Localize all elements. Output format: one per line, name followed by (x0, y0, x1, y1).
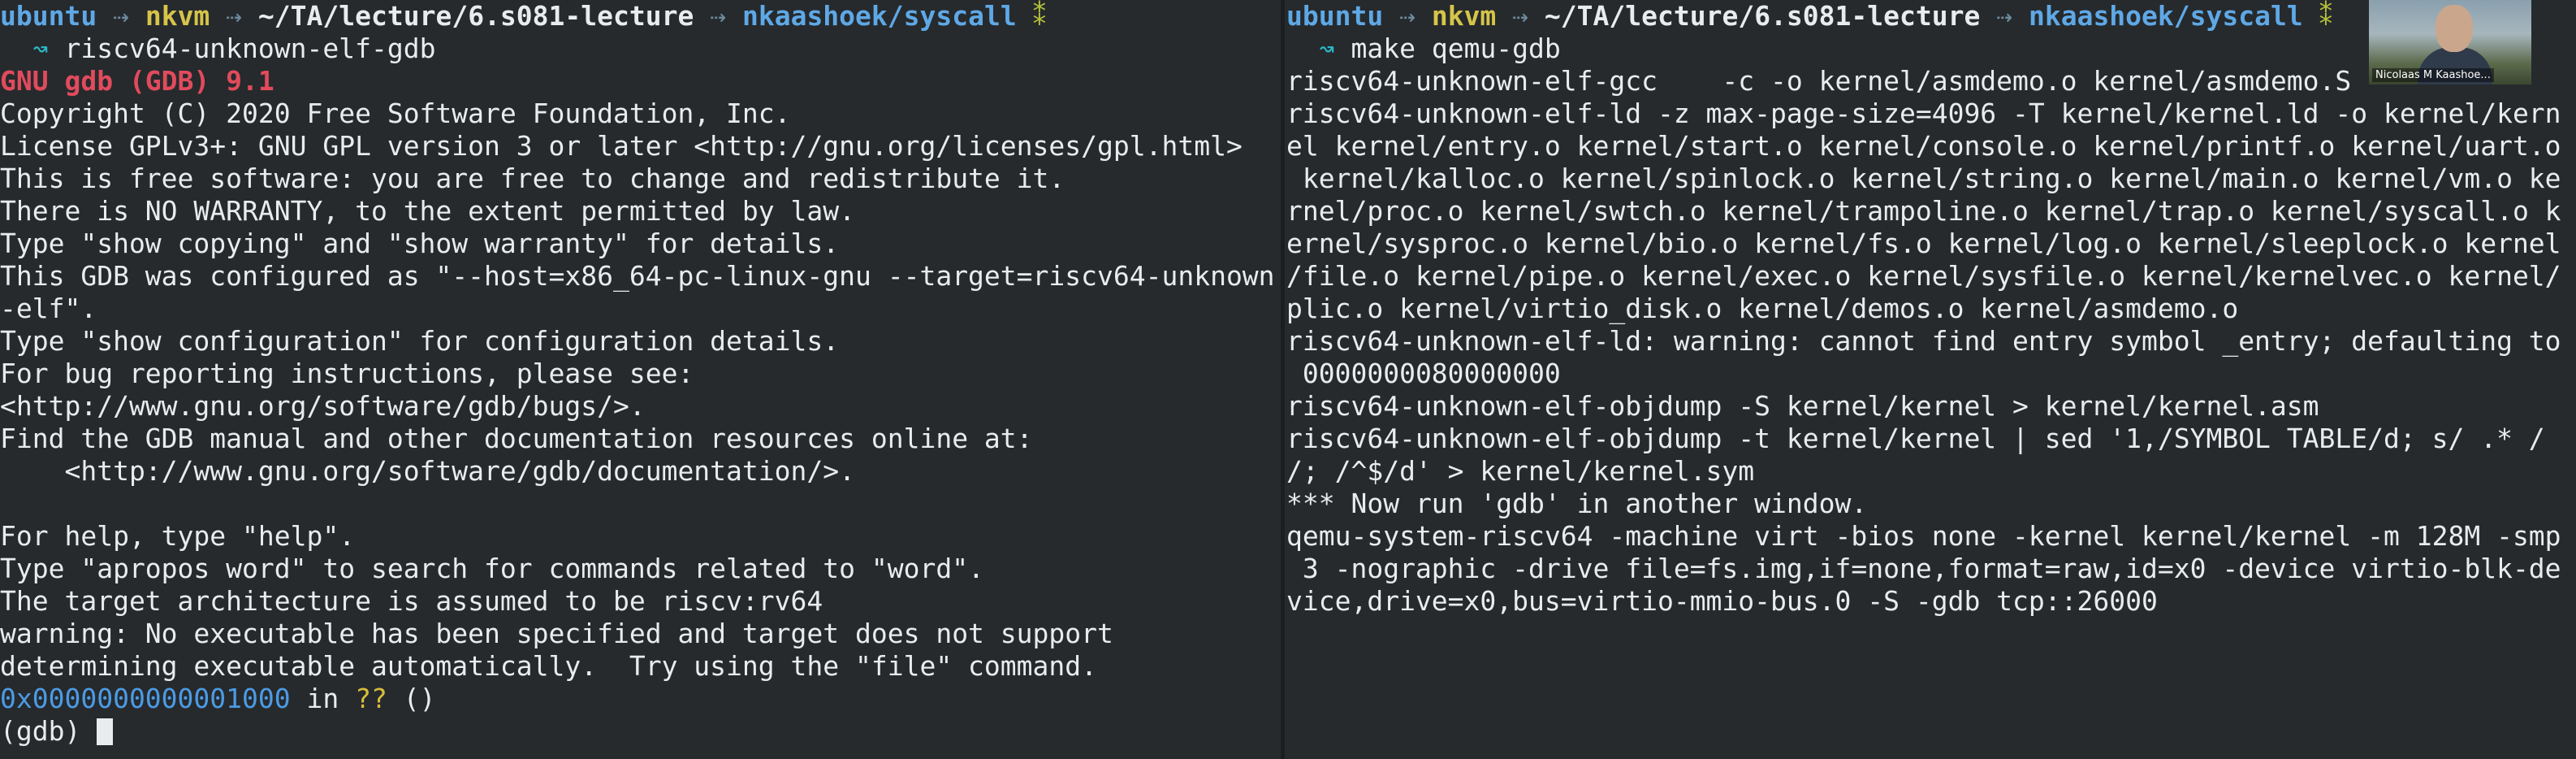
gdb-output: Copyright (C) 2020 Free Software Foundat… (0, 98, 1280, 683)
prompt-git-branch: nkaashoek/syscall (741, 0, 1017, 32)
output-line: riscv64-unknown-elf-ld: warning: cannot … (1286, 325, 2561, 357)
output-line: For help, type "help". (0, 520, 356, 552)
output-line: determining executable automatically. Tr… (0, 650, 1098, 682)
command-line: ↝ riscv64-unknown-elf-gdb (0, 33, 1280, 65)
prompt-line: ubuntu ⇢ nkvm ⇢ ~/TA/lecture/6.s081-lect… (0, 0, 1280, 33)
output-line: This is free software: you are free to c… (0, 163, 1065, 194)
output-line: There is NO WARRANTY, to the extent perm… (0, 195, 855, 227)
output-line: License GPLv3+: GNU GPL version 3 or lat… (0, 130, 1243, 162)
output-line: el kernel/entry.o kernel/start.o kernel/… (1286, 130, 2561, 162)
pc-address: 0x0000000000001000 (0, 683, 291, 714)
output-line: warning: No executable has been specifie… (0, 618, 1113, 649)
output-line: Type "show copying" and "show warranty" … (0, 228, 840, 259)
git-status-icon: ⁑ (1032, 0, 1047, 32)
text-cursor (97, 718, 114, 745)
arrow-icon: ⇢ (1496, 0, 1545, 32)
prompt-path: ~/TA/lecture/6.s081-lecture (1544, 0, 1981, 32)
prompt-host: nkvm (145, 0, 210, 32)
function-args: () (403, 683, 436, 714)
output-line: This GDB was configured as "--host=x86_6… (0, 260, 1275, 292)
command-text: riscv64-unknown-elf-gdb (64, 33, 436, 64)
git-status-icon: ⁑ (2319, 0, 2333, 32)
output-line: Find the GDB manual and other documentat… (0, 423, 1033, 454)
output-line: riscv64-unknown-elf-ld -z max-page-size=… (1286, 98, 2561, 129)
gdb-input-line[interactable]: (gdb) (0, 715, 1280, 748)
function-name: ?? (355, 683, 387, 714)
prompt-arrow-icon: ↝ (1318, 33, 1335, 64)
person-head (2436, 5, 2473, 52)
output-line: plic.o kernel/virtio_disk.o kernel/demos… (1286, 293, 2239, 324)
arrow-icon: ⇢ (1980, 0, 2029, 32)
left-terminal-pane[interactable]: ubuntu ⇢ nkvm ⇢ ~/TA/lecture/6.s081-lect… (0, 0, 1280, 759)
webcam-overlay[interactable]: Nicolaas M Kaashoe... (2369, 0, 2531, 85)
output-line: <http://www.gnu.org/software/gdb/bugs/>. (0, 390, 646, 422)
prompt-user: ubuntu (1286, 0, 1384, 32)
output-line: The target architecture is assumed to be… (0, 585, 823, 617)
location-in: in (306, 683, 339, 714)
output-line: Type "apropos word" to search for comman… (0, 553, 984, 584)
output-line: <http://www.gnu.org/software/gdb/documen… (0, 455, 855, 487)
prompt-user: ubuntu (0, 0, 97, 32)
output-line: riscv64-unknown-elf-objdump -S kernel/ke… (1286, 390, 2319, 422)
prompt-git-branch: nkaashoek/syscall (2028, 0, 2303, 32)
pane-divider[interactable] (1281, 0, 1285, 759)
arrow-icon: ⇢ (210, 0, 258, 32)
output-line: Copyright (C) 2020 Free Software Foundat… (0, 98, 791, 129)
output-line: -elf". (0, 293, 97, 324)
gdb-version: GNU gdb (GDB) 9.1 (0, 65, 274, 97)
right-terminal-pane[interactable]: ubuntu ⇢ nkvm ⇢ ~/TA/lecture/6.s081-lect… (1286, 0, 2576, 759)
prompt-path: ~/TA/lecture/6.s081-lecture (257, 0, 694, 32)
output-line: *** Now run 'gdb' in another window. (1286, 488, 1868, 519)
output-line: For bug reporting instructions, please s… (0, 358, 694, 389)
make-output: riscv64-unknown-elf-gcc -c -o kernel/asm… (1286, 65, 2576, 618)
output-line: vice,drive=x0,bus=virtio-mmio-bus.0 -S -… (1286, 585, 2158, 617)
prompt-arrow-icon: ↝ (32, 33, 49, 64)
prompt-host: nkvm (1431, 0, 1497, 32)
output-line: 3 -nographic -drive file=fs.img,if=none,… (1286, 553, 2561, 584)
participant-name: Nicolaas M Kaashoe... (2372, 68, 2494, 82)
output-line: riscv64-unknown-elf-objdump -t kernel/ke… (1286, 423, 2545, 454)
output-line: /file.o kernel/pipe.o kernel/exec.o kern… (1286, 260, 2561, 292)
gdb-location-line: 0x0000000000001000 in ?? () (0, 683, 1280, 715)
arrow-icon: ⇢ (97, 0, 145, 32)
command-text: make qemu-gdb (1351, 33, 1561, 64)
output-line: /; /^$/d' > kernel/kernel.sym (1286, 455, 1755, 487)
output-line: 0000000080000000 (1286, 358, 1561, 389)
output-line: ernel/sysproc.o kernel/bio.o kernel/fs.o… (1286, 228, 2561, 259)
arrow-icon: ⇢ (1383, 0, 1432, 32)
output-line: kernel/kalloc.o kernel/spinlock.o kernel… (1286, 163, 2561, 194)
arrow-icon: ⇢ (694, 0, 742, 32)
output-line: rnel/proc.o kernel/swtch.o kernel/trampo… (1286, 195, 2561, 227)
output-line: Type "show configuration" for configurat… (0, 325, 840, 357)
gdb-prompt: (gdb) (0, 715, 81, 747)
output-line: qemu-system-riscv64 -machine virt -bios … (1286, 520, 2561, 552)
